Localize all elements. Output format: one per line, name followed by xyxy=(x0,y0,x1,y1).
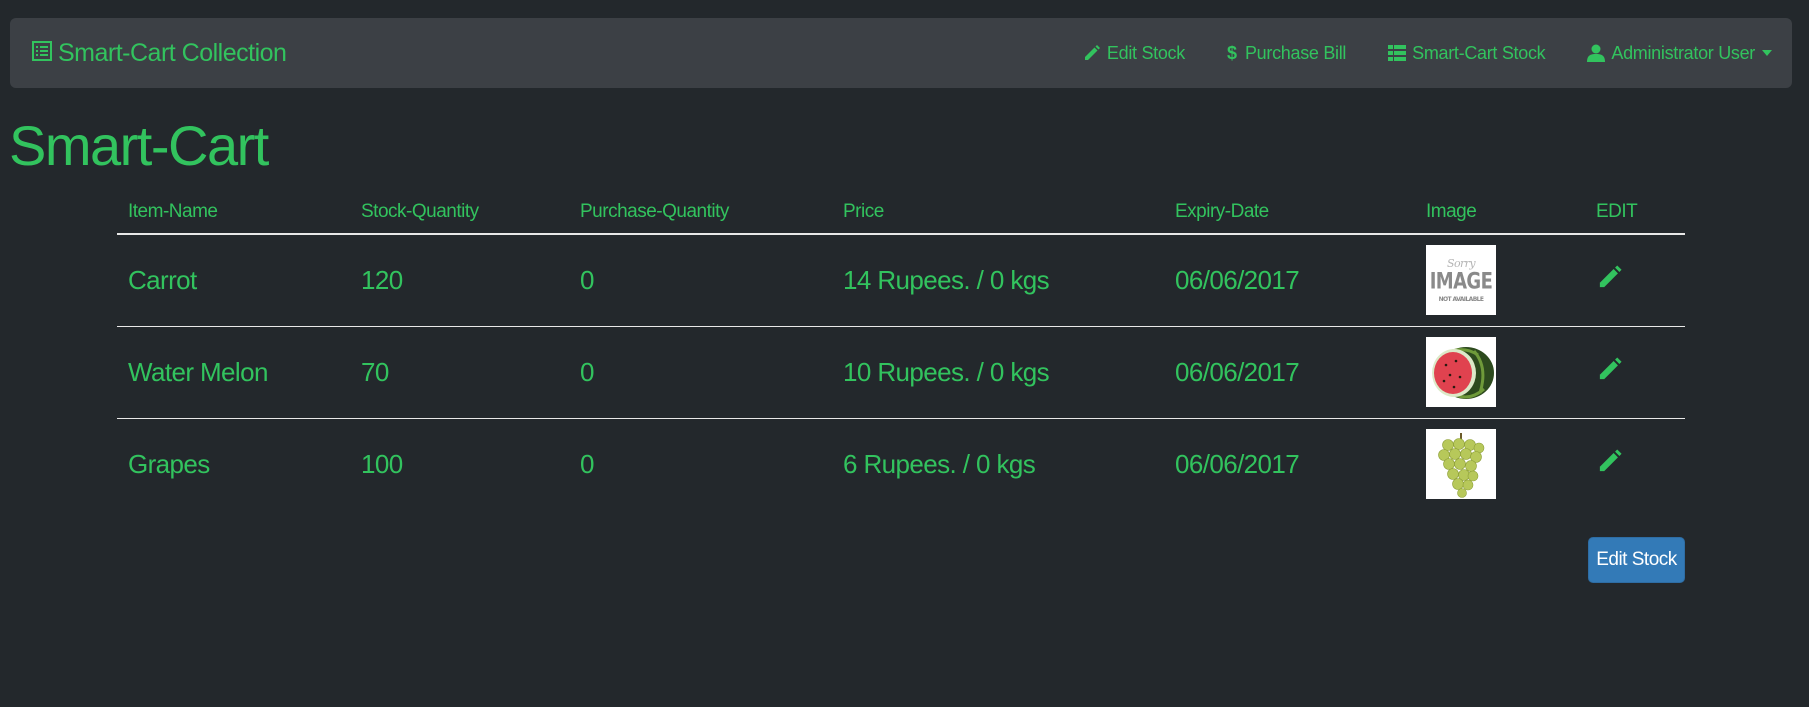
watermelon-thumbnail xyxy=(1426,337,1496,407)
nav-links: Edit Stock $ Purchase Bill Smart-Cart St… xyxy=(1041,18,1772,88)
cell-price: 6 Rupees. / 0 kgs xyxy=(843,448,1036,479)
edit-pencil-icon[interactable] xyxy=(1597,448,1623,474)
cell-stock-quantity: 100 xyxy=(361,448,403,479)
cell-item-name: Grapes xyxy=(128,448,210,479)
cell-edit xyxy=(1585,234,1685,327)
user-menu-dropdown[interactable]: Administrator User xyxy=(1587,43,1772,64)
nav-smart-cart-stock-label: Smart-Cart Stock xyxy=(1412,42,1546,63)
cell-purchase-quantity: 0 xyxy=(580,448,594,479)
header-edit: EDIT xyxy=(1585,190,1685,235)
table-header-row: Item-Name Stock-Quantity Purchase-Quanti… xyxy=(117,190,1685,235)
edit-stock-button[interactable]: Edit Stock xyxy=(1588,537,1685,583)
edit-pencil-icon[interactable] xyxy=(1597,264,1623,290)
cell-purchase-quantity: 0 xyxy=(569,234,832,327)
table-row: Grapes 100 0 6 Rupees. / 0 kgs 06/06/201… xyxy=(117,418,1685,510)
header-item-name: Item-Name xyxy=(117,190,350,235)
nav-purchase-bill-label: Purchase Bill xyxy=(1244,42,1347,63)
nav-edit-stock[interactable]: Edit Stock xyxy=(1083,43,1185,64)
cell-edit xyxy=(1585,418,1685,510)
list-alt-icon xyxy=(32,39,52,68)
cell-item-name: Carrot xyxy=(117,234,350,327)
header-expiry-date: Expiry-Date xyxy=(1164,190,1415,235)
brand-label: Smart-Cart Collection xyxy=(58,38,287,67)
cell-stock-quantity: 70 xyxy=(350,326,569,419)
placeholder-not-available-text: NOT AVAILABLE xyxy=(1439,296,1484,303)
cell-edit xyxy=(1585,326,1685,419)
image-not-available-thumbnail: Sorry IMAGE NOT AVAILABLE xyxy=(1426,245,1496,316)
cell-price: 10 Rupees. / 0 kgs xyxy=(832,326,1164,419)
cell-stock-quantity: 120 xyxy=(350,234,569,327)
cell-purchase-quantity: 0 xyxy=(569,326,832,419)
nav-purchase-bill[interactable]: $ Purchase Bill xyxy=(1227,43,1346,64)
cell-image: Sorry IMAGE NOT AVAILABLE xyxy=(1415,234,1585,327)
cell-price: 14 Rupees. / 0 kgs xyxy=(832,234,1164,327)
grapes-thumbnail xyxy=(1426,429,1496,500)
page-title: Smart-Cart xyxy=(9,114,269,177)
cell-expiry-date: 06/06/2017 xyxy=(1164,326,1415,419)
cell-image xyxy=(1415,326,1585,419)
nav-edit-stock-label: Edit Stock xyxy=(1106,42,1185,63)
user-icon xyxy=(1587,44,1606,62)
header-stock-quantity: Stock-Quantity xyxy=(350,190,569,235)
edit-pencil-icon[interactable] xyxy=(1597,356,1623,382)
chevron-down-icon xyxy=(1762,50,1772,56)
placeholder-image-text: IMAGE xyxy=(1430,268,1493,295)
cell-expiry-date: 06/06/2017 xyxy=(1164,234,1415,327)
cell-item-name: Water Melon xyxy=(117,326,350,419)
cell-image xyxy=(1415,418,1585,510)
stock-table: Item-Name Stock-Quantity Purchase-Quanti… xyxy=(117,190,1685,510)
pencil-icon xyxy=(1083,44,1101,62)
cell-expiry-date: 06/06/2017 xyxy=(1175,448,1300,479)
svg-text:$: $ xyxy=(1227,43,1237,63)
table-row: Carrot 120 0 14 Rupees. / 0 kgs 06/06/20… xyxy=(117,234,1685,327)
user-menu-label: Administrator User xyxy=(1611,42,1755,63)
nav-smart-cart-stock[interactable]: Smart-Cart Stock xyxy=(1388,42,1546,64)
dollar-icon: $ xyxy=(1227,43,1239,63)
header-purchase-quantity: Purchase-Quantity xyxy=(569,190,832,235)
header-price: Price xyxy=(832,190,1164,235)
navbar: Smart-Cart Collection Edit Stock $ Purch… xyxy=(10,18,1792,88)
header-image: Image xyxy=(1415,190,1585,235)
brand-link[interactable]: Smart-Cart Collection xyxy=(32,18,287,88)
th-list-icon xyxy=(1388,45,1407,61)
table-row: Water Melon 70 0 10 Rupees. / 0 kgs 06/0… xyxy=(117,326,1685,419)
